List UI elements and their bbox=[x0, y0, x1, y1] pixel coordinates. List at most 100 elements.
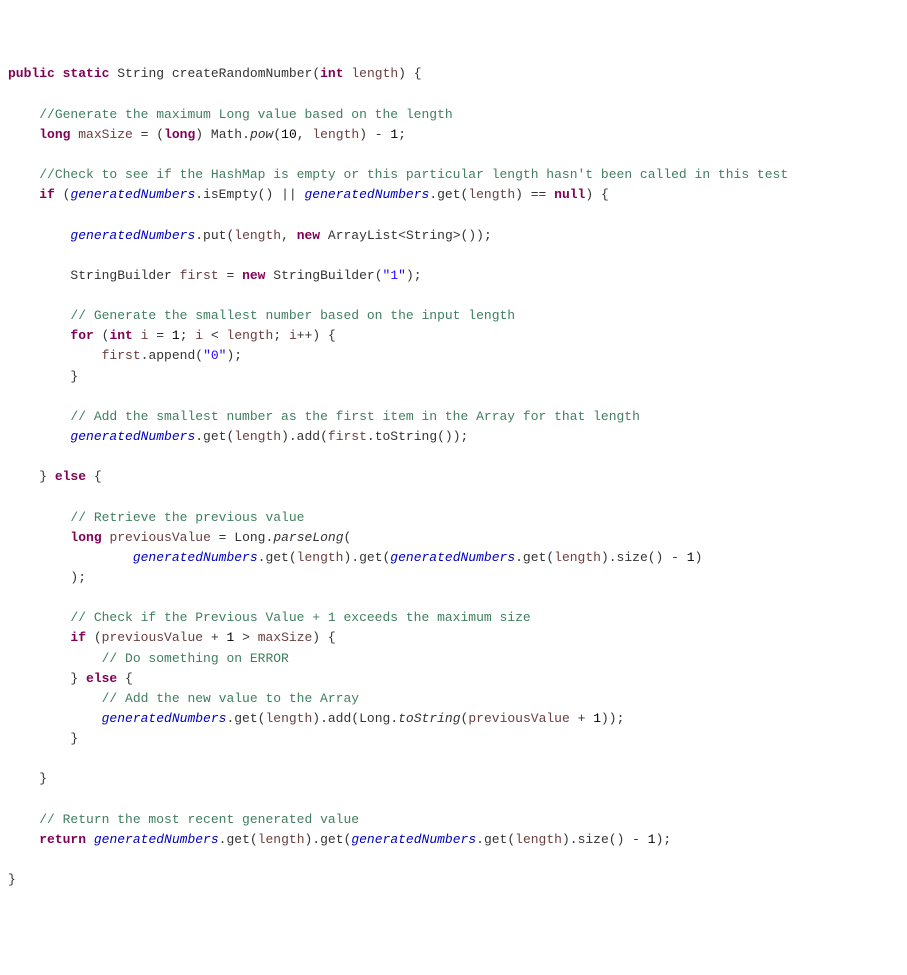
code-line bbox=[8, 588, 899, 608]
code-token: Long bbox=[359, 711, 390, 726]
code-token: previousValue bbox=[102, 630, 203, 645]
code-token: generatedNumbers bbox=[70, 228, 195, 243]
code-token: generatedNumbers bbox=[304, 187, 429, 202]
code-token: generatedNumbers bbox=[94, 832, 219, 847]
code-token: generatedNumbers bbox=[70, 187, 195, 202]
code-line bbox=[8, 85, 899, 105]
code-token: .get( bbox=[429, 187, 468, 202]
code-token: ( bbox=[312, 66, 320, 81]
code-token: } bbox=[8, 369, 78, 384]
code-token: createRandomNumber bbox=[172, 66, 312, 81]
code-token: } bbox=[8, 671, 86, 686]
code-line: ); bbox=[8, 568, 899, 588]
code-token: ( bbox=[55, 187, 71, 202]
code-token: 1 bbox=[648, 832, 656, 847]
code-token: ++) { bbox=[297, 328, 336, 343]
code-line: } bbox=[8, 729, 899, 749]
code-token: return bbox=[39, 832, 86, 847]
code-token: ) bbox=[195, 127, 211, 142]
code-token bbox=[8, 167, 39, 182]
code-token: ) == bbox=[515, 187, 554, 202]
code-line: generatedNumbers.get(length).add(first.t… bbox=[8, 427, 899, 447]
code-token bbox=[8, 651, 102, 666]
code-token: 1 bbox=[593, 711, 601, 726]
code-token: length bbox=[227, 328, 274, 343]
code-token: if bbox=[70, 630, 86, 645]
code-token bbox=[8, 610, 70, 625]
code-token bbox=[164, 66, 172, 81]
code-line bbox=[8, 749, 899, 769]
code-line: if (generatedNumbers.isEmpty() || genera… bbox=[8, 185, 899, 205]
code-token bbox=[172, 268, 180, 283]
code-token: //Check to see if the HashMap is empty o… bbox=[39, 167, 788, 182]
code-token: < bbox=[203, 328, 226, 343]
code-token: >()); bbox=[453, 228, 492, 243]
code-token: . bbox=[242, 127, 250, 142]
code-token: else bbox=[86, 671, 117, 686]
code-line: // Return the most recent generated valu… bbox=[8, 810, 899, 830]
code-token: ) { bbox=[398, 66, 421, 81]
code-token: ).get( bbox=[343, 550, 390, 565]
code-token: first bbox=[328, 429, 367, 444]
code-token bbox=[8, 832, 39, 847]
code-token bbox=[8, 691, 102, 706]
code-token bbox=[133, 328, 141, 343]
code-token bbox=[8, 409, 70, 424]
code-token: toString bbox=[398, 711, 460, 726]
code-token bbox=[8, 429, 70, 444]
code-token: // Add the smallest number as the first … bbox=[70, 409, 640, 424]
code-token: .get( bbox=[476, 832, 515, 847]
code-token: public bbox=[8, 66, 55, 81]
code-token: ; bbox=[398, 127, 406, 142]
code-token: 1 bbox=[172, 328, 180, 343]
code-token: generatedNumbers bbox=[70, 429, 195, 444]
code-token: null bbox=[554, 187, 585, 202]
code-token: ( bbox=[86, 630, 102, 645]
code-token: ); bbox=[226, 348, 242, 363]
code-token bbox=[8, 107, 39, 122]
code-token: { bbox=[86, 469, 102, 484]
code-token bbox=[8, 328, 70, 343]
code-token: for bbox=[70, 328, 93, 343]
code-token: // Retrieve the previous value bbox=[70, 510, 304, 525]
code-token: generatedNumbers bbox=[133, 550, 258, 565]
code-token: ( bbox=[344, 530, 352, 545]
code-token: length bbox=[297, 550, 344, 565]
code-line bbox=[8, 447, 899, 467]
code-token: > bbox=[234, 630, 257, 645]
code-token: ).add( bbox=[281, 429, 328, 444]
code-line: } bbox=[8, 870, 899, 890]
code-token: new bbox=[297, 228, 320, 243]
code-token: parseLong bbox=[273, 530, 343, 545]
code-token: generatedNumbers bbox=[390, 550, 515, 565]
code-line: // Add the smallest number as the first … bbox=[8, 407, 899, 427]
code-token: } bbox=[8, 731, 78, 746]
code-token: generatedNumbers bbox=[351, 832, 476, 847]
code-token bbox=[8, 268, 70, 283]
code-line bbox=[8, 286, 899, 306]
code-token: length bbox=[234, 429, 281, 444]
code-token: )); bbox=[601, 711, 624, 726]
code-token: = bbox=[219, 268, 242, 283]
code-token: length bbox=[312, 127, 359, 142]
code-token: .get( bbox=[515, 550, 554, 565]
code-line: // Check if the Previous Value + 1 excee… bbox=[8, 608, 899, 628]
code-token: ); bbox=[406, 268, 422, 283]
code-token bbox=[55, 66, 63, 81]
code-token: length bbox=[265, 711, 312, 726]
code-token bbox=[86, 832, 94, 847]
code-line bbox=[8, 789, 899, 809]
code-line bbox=[8, 487, 899, 507]
code-token: 10 bbox=[281, 127, 297, 142]
code-token: . bbox=[390, 711, 398, 726]
code-token: ).size() - bbox=[601, 550, 687, 565]
code-token: .get( bbox=[226, 711, 265, 726]
code-line: for (int i = 1; i < length; i++) { bbox=[8, 326, 899, 346]
code-token: length bbox=[351, 66, 398, 81]
code-token: , bbox=[281, 228, 297, 243]
code-line: long maxSize = (long) Math.pow(10, lengt… bbox=[8, 125, 899, 145]
code-token: , bbox=[297, 127, 313, 142]
code-line: if (previousValue + 1 > maxSize) { bbox=[8, 628, 899, 648]
code-token: .append( bbox=[141, 348, 203, 363]
code-line: generatedNumbers.get(length).get(generat… bbox=[8, 548, 899, 568]
